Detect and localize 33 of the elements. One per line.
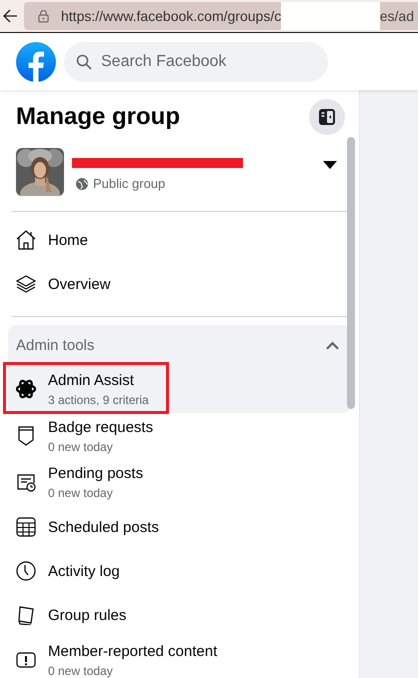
- badge-icon: [16, 426, 36, 446]
- sidebar-title: Manage group: [16, 103, 180, 131]
- search-field[interactable]: Search Facebook: [64, 42, 328, 82]
- nav-item[interactable]: Scheduled posts: [8, 505, 351, 549]
- atom-icon: [16, 379, 36, 399]
- nav-item[interactable]: Home: [0, 218, 359, 262]
- url-text: https://www.facebook.com/groups/c: [61, 8, 282, 24]
- layers-icon: [16, 274, 36, 294]
- search-icon: [76, 54, 92, 70]
- collapse-sidebar-button[interactable]: [309, 99, 345, 135]
- section-title: Admin tools: [16, 336, 94, 354]
- lock-icon: [38, 9, 49, 23]
- back-arrow-icon[interactable]: [2, 8, 18, 24]
- group-privacy-label: Public group: [93, 176, 166, 191]
- clock-icon: [16, 561, 36, 581]
- nav-item[interactable]: Member-reported content 0 new today: [8, 637, 351, 678]
- panel-icon: [318, 108, 336, 126]
- house-icon: [16, 230, 36, 250]
- globe-icon: [76, 178, 88, 190]
- address-bar[interactable]: https://www.facebook.com/groups/c es/ad: [24, 2, 418, 30]
- calendar-icon: [16, 517, 36, 537]
- nav-item[interactable]: Badge requests 0 new today: [8, 413, 351, 459]
- scrollbar[interactable]: [347, 137, 355, 409]
- nav-item[interactable]: Overview: [0, 262, 359, 306]
- post-clock-icon: [16, 472, 36, 492]
- nav-item[interactable]: Group rules: [8, 593, 351, 637]
- caret-down-icon[interactable]: [323, 160, 337, 168]
- book-icon: [16, 605, 36, 625]
- facebook-logo-icon[interactable]: [16, 42, 56, 82]
- alert-icon: [16, 650, 36, 670]
- nav-item[interactable]: Activity log: [8, 549, 351, 593]
- nav-item[interactable]: Pending posts 0 new today: [8, 459, 351, 505]
- url-text: es/ad: [380, 8, 415, 24]
